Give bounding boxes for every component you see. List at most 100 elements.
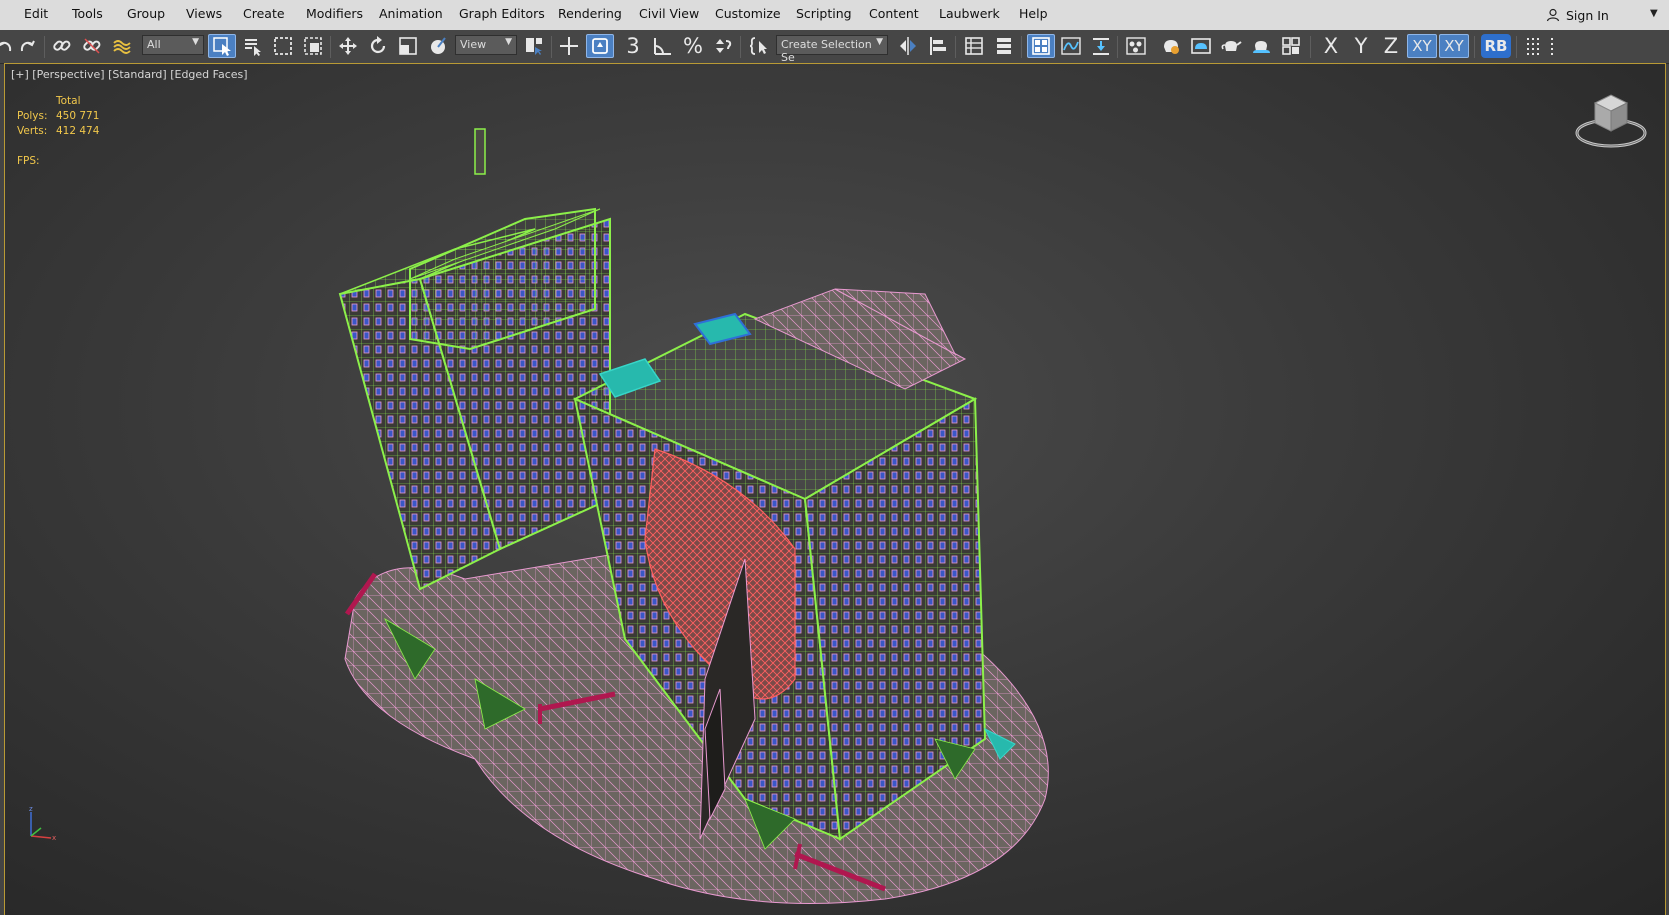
rect-selection-icon bbox=[274, 37, 292, 55]
reference-coord-dropdown[interactable]: View ▼ bbox=[455, 35, 517, 55]
material-editor-button[interactable] bbox=[1123, 34, 1149, 58]
scene-explorer-icon bbox=[965, 37, 983, 55]
place-icon bbox=[431, 37, 446, 54]
select-and-place-button[interactable] bbox=[425, 34, 451, 58]
select-manipulate-button[interactable] bbox=[556, 34, 582, 58]
link-icon bbox=[53, 40, 71, 51]
unlink-selection-button[interactable] bbox=[79, 34, 105, 58]
render-production-button[interactable] bbox=[1218, 34, 1244, 58]
restrict-y-button[interactable]: Y bbox=[1348, 34, 1374, 58]
menu-content[interactable]: Content bbox=[869, 6, 919, 21]
sign-in-label: Sign In bbox=[1566, 7, 1609, 23]
select-and-scale-button[interactable] bbox=[395, 34, 421, 58]
curve-editor-button[interactable] bbox=[1058, 34, 1084, 58]
chevron-down-icon: ▼ bbox=[876, 37, 883, 47]
percent-snap-toggle-button[interactable]: % bbox=[680, 34, 706, 58]
menu-animation[interactable]: Animation bbox=[379, 6, 443, 21]
menu-graph-editors[interactable]: Graph Editors bbox=[459, 6, 545, 21]
named-selection-icon bbox=[749, 37, 767, 55]
schematic-view-button[interactable] bbox=[1088, 34, 1114, 58]
align-button[interactable] bbox=[925, 34, 951, 58]
perspective-viewport[interactable]: [+] [Perspective] [Standard] [Edged Face… bbox=[4, 63, 1666, 915]
stats-verts-label: Verts: bbox=[17, 125, 48, 137]
chevron-down-icon: ▼ bbox=[505, 37, 512, 47]
pivot-center-button[interactable] bbox=[521, 34, 547, 58]
menu-help[interactable]: Help bbox=[1019, 6, 1048, 21]
select-and-link-button[interactable] bbox=[49, 34, 75, 58]
selection-filter-dropdown[interactable]: All ▼ bbox=[142, 35, 204, 55]
axis-tripod-icon: z x bbox=[29, 806, 56, 842]
scale-icon bbox=[399, 37, 417, 55]
restrict-plane-button[interactable]: XY bbox=[1439, 34, 1469, 58]
menu-scripting[interactable]: Scripting bbox=[796, 6, 852, 21]
axis-x-label: X bbox=[1323, 34, 1339, 58]
menu-bar: Edit Tools Group Views Create Modifiers … bbox=[0, 0, 1669, 31]
building-wireframe-model[interactable] bbox=[325, 119, 1085, 909]
menu-tools[interactable]: Tools bbox=[72, 6, 103, 21]
restrict-x-button[interactable]: X bbox=[1318, 34, 1344, 58]
rendered-frame-window-button[interactable] bbox=[1188, 34, 1214, 58]
edit-named-selection-sets-button[interactable] bbox=[745, 34, 771, 58]
layer-explorer-button[interactable] bbox=[991, 34, 1017, 58]
named-selection-set-value: Create Selection Se bbox=[781, 38, 872, 64]
render-shortcuts-button[interactable] bbox=[1278, 34, 1304, 58]
stats-fps-label: FPS: bbox=[17, 155, 40, 167]
teapot-icon bbox=[1221, 41, 1242, 51]
viewcube-icon[interactable] bbox=[1573, 89, 1649, 155]
menu-create[interactable]: Create bbox=[243, 6, 285, 21]
menu-laubwerk[interactable]: Laubwerk bbox=[939, 6, 1000, 21]
grid-tool-2-button[interactable] bbox=[1546, 34, 1572, 58]
move-icon bbox=[339, 37, 357, 55]
menu-group[interactable]: Group bbox=[127, 6, 165, 21]
toggle-ribbon-button[interactable] bbox=[1027, 34, 1055, 58]
named-selection-set-dropdown[interactable]: Create Selection Se ▼ bbox=[776, 35, 888, 64]
sign-in-dropdown-caret[interactable]: ▼ bbox=[1650, 8, 1658, 19]
spinner-snap-toggle-button[interactable] bbox=[710, 34, 736, 58]
menu-rendering[interactable]: Rendering bbox=[558, 6, 622, 21]
restrict-z-button[interactable]: Z bbox=[1378, 34, 1404, 58]
sign-in-button[interactable]: Sign In bbox=[1546, 4, 1646, 26]
redo-icon bbox=[20, 40, 35, 52]
unlink-icon bbox=[83, 38, 101, 54]
svg-text:x: x bbox=[52, 834, 56, 842]
bind-to-space-warp-button[interactable] bbox=[109, 34, 135, 58]
angle-snap-icon bbox=[654, 38, 671, 55]
menu-civil-view[interactable]: Civil View bbox=[639, 6, 699, 21]
viewport-label[interactable]: [+] [Perspective] [Standard] [Edged Face… bbox=[11, 68, 248, 81]
align-icon bbox=[930, 37, 946, 55]
render-setup-icon bbox=[1164, 40, 1179, 54]
snaps-toggle-button[interactable]: 3 bbox=[620, 34, 646, 58]
window-crossing-button[interactable] bbox=[300, 34, 326, 58]
mirror-button[interactable] bbox=[895, 34, 921, 58]
select-by-name-button[interactable] bbox=[240, 34, 266, 58]
window-crossing-icon bbox=[304, 37, 322, 55]
angle-snap-toggle-button[interactable] bbox=[650, 34, 676, 58]
select-object-button[interactable] bbox=[208, 34, 236, 58]
select-and-move-button[interactable] bbox=[335, 34, 361, 58]
render-in-cloud-button[interactable] bbox=[1248, 34, 1274, 58]
teapot-cloud-icon bbox=[1253, 41, 1270, 53]
frame-window-icon bbox=[1191, 38, 1211, 54]
stats-polys-label: Polys: bbox=[17, 110, 48, 122]
keyboard-shortcut-override-button[interactable] bbox=[586, 34, 614, 58]
menu-views[interactable]: Views bbox=[186, 6, 222, 21]
main-toolbar: All ▼ View ▼ 3 % Create Selection Se ▼ X Y … bbox=[0, 30, 1669, 64]
menu-modifiers[interactable]: Modifiers bbox=[306, 6, 363, 21]
restrict-xy-button[interactable]: XY bbox=[1407, 34, 1437, 58]
menu-edit[interactable]: Edit bbox=[24, 6, 48, 21]
selection-filter-value: All bbox=[147, 38, 161, 51]
redo-button[interactable] bbox=[14, 34, 40, 58]
rectangular-selection-button[interactable] bbox=[270, 34, 296, 58]
dotted-grid-icon bbox=[1551, 38, 1553, 55]
select-and-rotate-button[interactable] bbox=[365, 34, 391, 58]
grid-tool-button[interactable] bbox=[1522, 34, 1548, 58]
percent-snap-icon: % bbox=[683, 34, 703, 58]
material-editor-icon bbox=[1126, 37, 1146, 55]
chevron-down-icon: ▼ bbox=[192, 37, 199, 47]
rb-plugin-button[interactable]: RB bbox=[1481, 34, 1511, 58]
stats-polys-value: 450 771 bbox=[56, 110, 100, 122]
menu-customize[interactable]: Customize bbox=[715, 6, 781, 21]
render-setup-button[interactable] bbox=[1158, 34, 1184, 58]
layers-icon bbox=[997, 38, 1011, 54]
scene-explorer-button[interactable] bbox=[961, 34, 987, 58]
